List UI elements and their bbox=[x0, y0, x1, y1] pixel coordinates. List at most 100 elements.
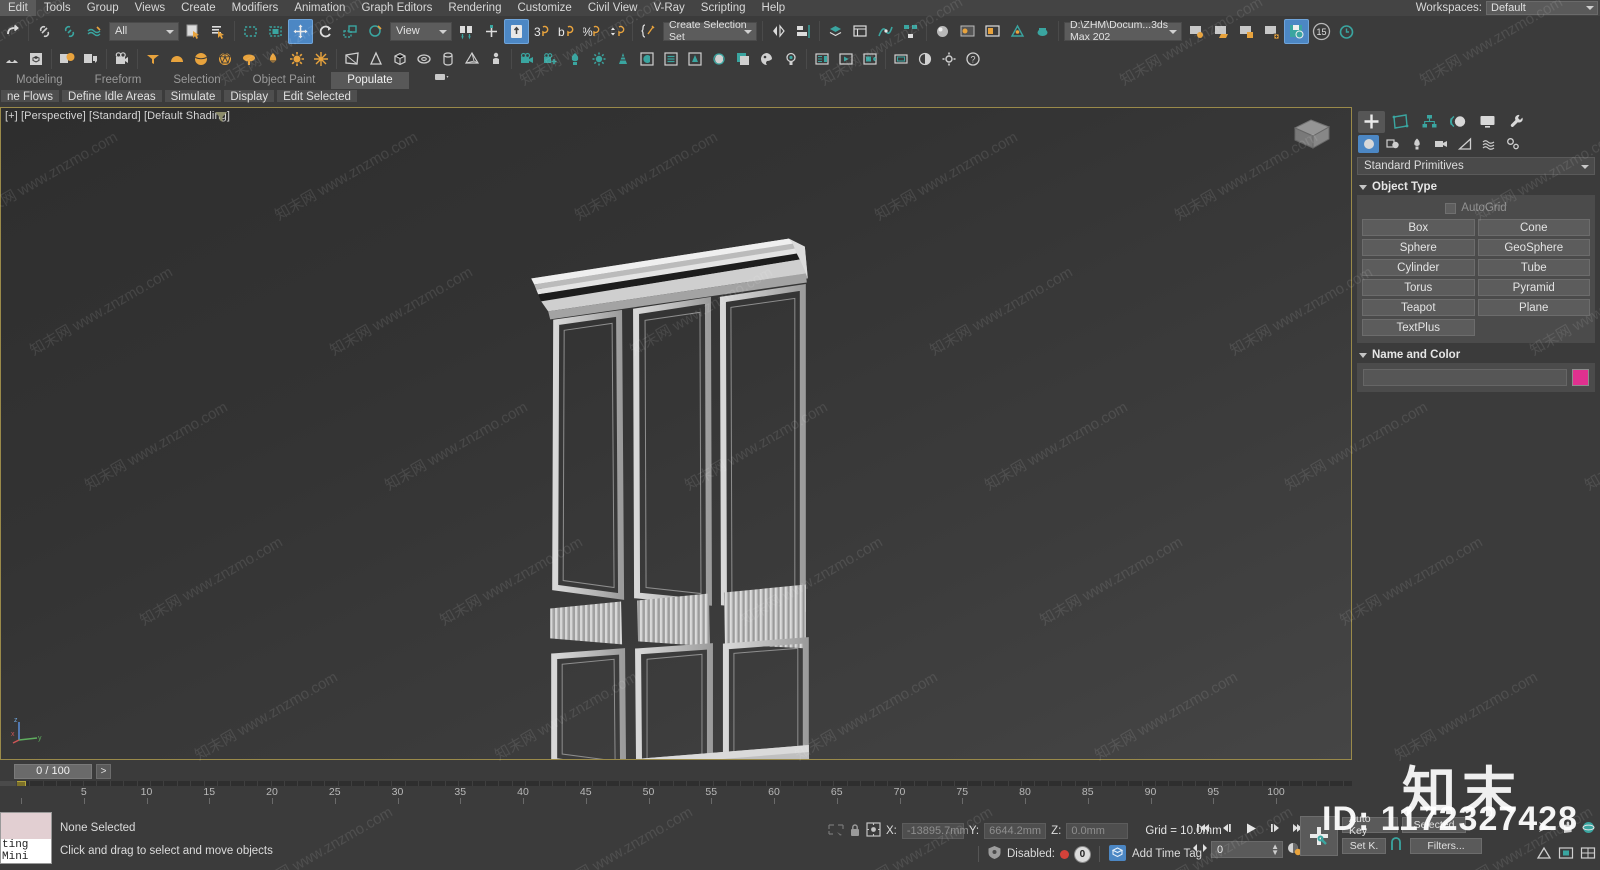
safe-frame-icon[interactable] bbox=[889, 47, 913, 71]
ribbon-tab-object-paint[interactable]: Object Paint bbox=[237, 72, 332, 89]
schematic-view-icon[interactable] bbox=[898, 19, 923, 44]
render-setup-icon[interactable] bbox=[955, 19, 980, 44]
menu-item-group[interactable]: Group bbox=[79, 0, 127, 16]
object-name-input[interactable] bbox=[1363, 369, 1567, 386]
select-link-icon[interactable] bbox=[32, 19, 57, 44]
scene-explorer-icon[interactable] bbox=[79, 47, 103, 71]
vray-clone-icon[interactable] bbox=[731, 47, 755, 71]
vray-camera-add-icon[interactable] bbox=[539, 47, 563, 71]
cone-primitive-icon[interactable] bbox=[364, 47, 388, 71]
menu-item-vray[interactable]: V-Ray bbox=[645, 0, 692, 16]
bind-space-warp-icon[interactable] bbox=[82, 19, 107, 44]
space-warps-subtab[interactable] bbox=[1478, 135, 1499, 153]
vray-list-icon[interactable] bbox=[659, 47, 683, 71]
mini-listener-pink-pane[interactable] bbox=[1, 813, 51, 839]
layer-explorer-icon[interactable] bbox=[823, 19, 848, 44]
menu-item-help[interactable]: Help bbox=[754, 0, 794, 16]
sphere-button[interactable]: Sphere bbox=[1362, 239, 1475, 256]
field-of-view-icon[interactable] bbox=[1536, 846, 1552, 863]
modify-tab[interactable] bbox=[1387, 111, 1414, 133]
manage-layers-icon[interactable] bbox=[848, 19, 873, 44]
geometry-subtab[interactable] bbox=[1358, 135, 1379, 153]
current-frame-field[interactable]: 0 / 100 bbox=[14, 763, 92, 779]
tube-button[interactable]: Tube bbox=[1477, 259, 1590, 276]
menu-item-customize[interactable]: Customize bbox=[509, 0, 579, 16]
quick-save-icon[interactable] bbox=[1284, 18, 1309, 44]
utilities-tab[interactable] bbox=[1503, 111, 1530, 133]
workspaces-dropdown[interactable]: Default bbox=[1486, 1, 1598, 15]
lights-subtab[interactable] bbox=[1406, 135, 1427, 153]
save-as-icon[interactable] bbox=[1234, 19, 1259, 44]
ribbon-minimize-icon[interactable] bbox=[429, 64, 454, 89]
edit-named-selection-icon[interactable] bbox=[636, 19, 661, 44]
open-file-icon[interactable] bbox=[1209, 19, 1234, 44]
select-and-place-icon[interactable] bbox=[363, 19, 388, 44]
autogrid-checkbox[interactable] bbox=[1445, 202, 1457, 214]
lamp-icon[interactable] bbox=[261, 47, 285, 71]
rectangular-region-icon[interactable] bbox=[238, 19, 263, 44]
help-icon[interactable]: ? bbox=[961, 47, 985, 71]
ribbon-btn-flows[interactable]: ne Flows bbox=[0, 89, 61, 103]
view-cube[interactable] bbox=[1291, 116, 1333, 152]
mini-listener-text[interactable]: ting Mini bbox=[1, 839, 51, 863]
render-play-icon[interactable] bbox=[834, 47, 858, 71]
mushroom-primitive-icon[interactable] bbox=[237, 47, 261, 71]
transform-type-in-icon[interactable] bbox=[828, 823, 844, 840]
add-time-tag-icon[interactable] bbox=[1108, 844, 1127, 865]
key-mode-toggle-icon[interactable] bbox=[1192, 842, 1208, 857]
reference-coordinate-dropdown[interactable]: View bbox=[390, 21, 452, 41]
set-key-button[interactable] bbox=[1300, 816, 1338, 856]
ribbon-tab-freeform[interactable]: Freeform bbox=[79, 72, 158, 89]
curve-editor-icon[interactable] bbox=[873, 19, 898, 44]
menu-item-scripting[interactable]: Scripting bbox=[693, 0, 754, 16]
box-primitive-icon[interactable] bbox=[388, 47, 412, 71]
camera-sequencer-icon[interactable] bbox=[110, 47, 134, 71]
y-field[interactable]: 6644.2mm bbox=[984, 823, 1047, 839]
ribbon-tab-modeling[interactable]: Modeling bbox=[0, 72, 79, 89]
rendered-frame-window-icon[interactable] bbox=[980, 19, 1005, 44]
settings-gear-icon[interactable] bbox=[937, 47, 961, 71]
ribbon-btn-define-idle-areas[interactable]: Define Idle Areas bbox=[61, 89, 163, 103]
timeline-ruler[interactable]: 5 10 15 20 25 30 35 40 45 50 55 60 65 70 75 80 85 90 95 100 bbox=[0, 786, 1600, 808]
ribbon-btn-simulate[interactable]: Simulate bbox=[163, 89, 223, 103]
dome-icon[interactable] bbox=[165, 47, 189, 71]
vray-ies-icon[interactable] bbox=[779, 47, 803, 71]
menu-item-tools[interactable]: Tools bbox=[36, 0, 79, 16]
select-and-scale-icon[interactable] bbox=[338, 19, 363, 44]
mirror-icon[interactable] bbox=[766, 19, 791, 44]
cameras-subtab[interactable] bbox=[1430, 135, 1451, 153]
pyramid-primitive-icon[interactable] bbox=[460, 47, 484, 71]
selection-set-dropdown[interactable]: Create Selection Set bbox=[663, 19, 757, 43]
selected-filter-button[interactable]: Selected bbox=[1402, 816, 1466, 833]
vray-material-icon[interactable] bbox=[755, 47, 779, 71]
key-tangent-icon[interactable] bbox=[1390, 836, 1406, 856]
selection-filter-dropdown[interactable]: All bbox=[109, 21, 179, 41]
menu-item-views[interactable]: Views bbox=[127, 0, 173, 16]
systems-subtab[interactable] bbox=[1502, 135, 1523, 153]
pyramid-button[interactable]: Pyramid bbox=[1477, 279, 1590, 296]
project-path-dropdown[interactable]: D:\ZHM\Docum...3ds Max 202 bbox=[1064, 19, 1182, 43]
go-to-start-icon[interactable] bbox=[1192, 819, 1214, 837]
select-and-rotate-icon[interactable] bbox=[313, 19, 338, 44]
previous-frame-icon[interactable] bbox=[1216, 819, 1238, 837]
display-tab[interactable] bbox=[1474, 111, 1501, 133]
geosphere-button[interactable]: GeoSphere bbox=[1477, 239, 1590, 256]
render-region-icon[interactable] bbox=[858, 47, 882, 71]
vray-proxy-icon[interactable] bbox=[635, 47, 659, 71]
align-icon[interactable] bbox=[791, 19, 816, 44]
menu-item-edit[interactable]: Edit bbox=[0, 0, 36, 16]
menu-item-rendering[interactable]: Rendering bbox=[440, 0, 509, 16]
maximize-viewport-icon[interactable] bbox=[1580, 846, 1596, 863]
vray-sun-icon[interactable] bbox=[587, 47, 611, 71]
x-field[interactable]: -13895.7mm bbox=[901, 823, 969, 839]
redo-icon[interactable] bbox=[0, 19, 25, 44]
ribbon-btn-display[interactable]: Display bbox=[223, 89, 276, 103]
render-production-icon[interactable] bbox=[1005, 19, 1030, 44]
motion-tab[interactable] bbox=[1445, 111, 1472, 133]
cone-button[interactable]: Cone bbox=[1477, 219, 1590, 236]
spinner-snap-icon[interactable]: % bbox=[579, 19, 604, 44]
object-color-swatch[interactable] bbox=[1572, 369, 1589, 386]
set-key-mode-button[interactable]: Set K. bbox=[1342, 838, 1386, 854]
plane-button[interactable]: Plane bbox=[1477, 299, 1590, 316]
select-by-name-icon[interactable] bbox=[206, 19, 231, 44]
